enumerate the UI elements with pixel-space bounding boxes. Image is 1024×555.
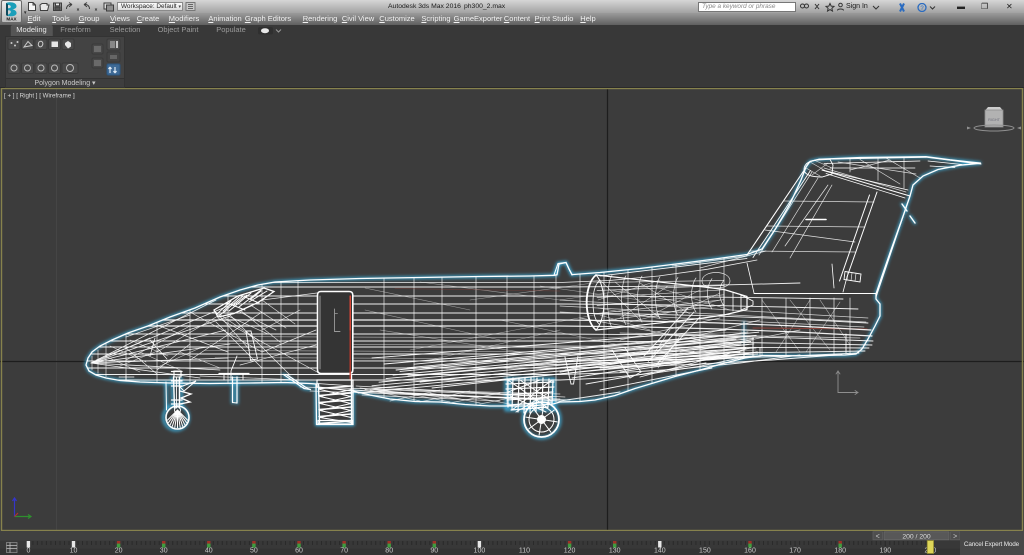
svg-text:0: 0 (26, 548, 30, 555)
svg-text:<: < (876, 534, 880, 541)
svg-text:170: 170 (789, 548, 801, 555)
svg-text:80: 80 (385, 548, 393, 555)
svg-text:40: 40 (205, 548, 213, 555)
svg-text:90: 90 (430, 548, 438, 555)
svg-text:Cancel Expert Mode: Cancel Expert Mode (964, 541, 1020, 548)
svg-text:130: 130 (609, 548, 621, 555)
svg-text:180: 180 (834, 548, 846, 555)
svg-text:MAX: MAX (6, 17, 17, 22)
svg-text:160: 160 (744, 548, 756, 555)
svg-text:50: 50 (250, 548, 258, 555)
svg-text:30: 30 (160, 548, 168, 555)
svg-text:20: 20 (115, 548, 123, 555)
svg-text:70: 70 (340, 548, 348, 555)
svg-text:200 / 200: 200 / 200 (902, 533, 931, 540)
svg-text:>: > (953, 534, 957, 541)
svg-text:100: 100 (474, 548, 486, 555)
svg-text:150: 150 (699, 548, 711, 555)
svg-text:[ + ] [ Right ] [ Wireframe ]: [ + ] [ Right ] [ Wireframe ] (4, 93, 75, 100)
svg-text:110: 110 (519, 548, 530, 555)
svg-text:RIGHT: RIGHT (988, 118, 1000, 122)
svg-text:140: 140 (654, 548, 666, 555)
svg-text:60: 60 (295, 548, 303, 555)
svg-text:120: 120 (564, 548, 576, 555)
svg-text:190: 190 (879, 548, 891, 555)
svg-text:10: 10 (70, 548, 78, 555)
